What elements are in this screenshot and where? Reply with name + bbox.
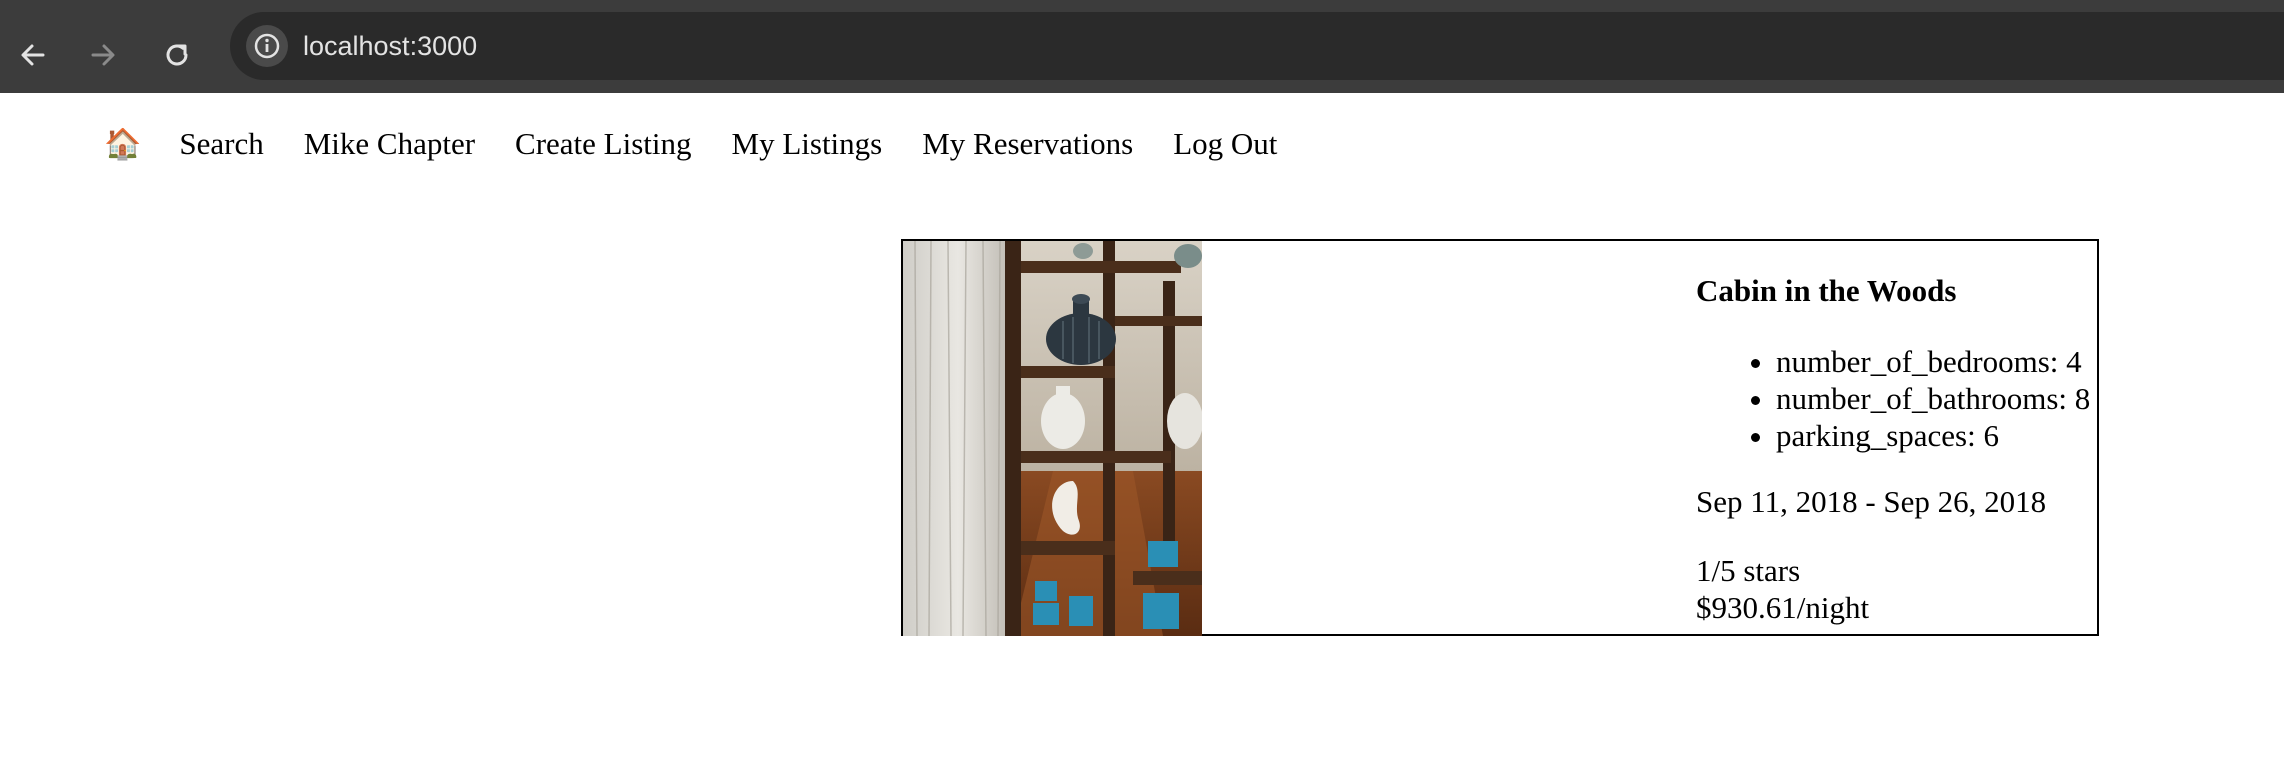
listing-dates: Sep 11, 2018 - Sep 26, 2018 <box>1696 484 2047 519</box>
listing-card[interactable]: Cabin in the Woods number_of_bedrooms: 4… <box>901 239 2099 636</box>
address-bar[interactable]: localhost:3000 <box>230 12 2284 80</box>
listing-title[interactable]: Cabin in the Woods <box>1696 273 1956 309</box>
nav-my-reservations-link[interactable]: My Reservations <box>922 126 1133 162</box>
browser-toolbar: localhost:3000 <box>0 12 2284 93</box>
nav-search-link[interactable]: Search <box>179 126 263 162</box>
feature-bathrooms: number_of_bathrooms: 8 <box>1696 380 2090 417</box>
browser-tab-strip <box>0 0 2284 12</box>
site-nav: 🏠 Search Mike Chapter Create Listing My … <box>104 122 1317 166</box>
back-button[interactable] <box>12 34 54 76</box>
forward-arrow-icon <box>91 44 115 66</box>
feature-bedrooms: number_of_bedrooms: 4 <box>1696 343 2090 380</box>
info-icon <box>254 33 280 59</box>
nav-create-listing-link[interactable]: Create Listing <box>515 126 691 162</box>
listing-features-list: number_of_bedrooms: 4 number_of_bathroom… <box>1696 343 2090 454</box>
listing-details: Cabin in the Woods number_of_bedrooms: 4… <box>1696 241 2099 636</box>
back-arrow-icon <box>21 44 45 66</box>
listing-photo-image <box>903 241 1202 636</box>
nav-log-out-link[interactable]: Log Out <box>1173 126 1277 162</box>
nav-my-listings-link[interactable]: My Listings <box>732 126 883 162</box>
listing-price: $930.61/night <box>1696 590 1870 625</box>
listing-rating: 1/5 stars <box>1696 553 1801 588</box>
reload-button[interactable] <box>156 34 198 76</box>
reload-icon <box>166 44 188 66</box>
listing-photo <box>903 241 1202 636</box>
feature-parking: parking_spaces: 6 <box>1696 417 2090 454</box>
home-icon[interactable]: 🏠 <box>104 127 141 162</box>
url-text[interactable]: localhost:3000 <box>303 12 477 80</box>
nav-profile-link[interactable]: Mike Chapter <box>304 126 475 162</box>
site-info-button[interactable] <box>246 25 288 67</box>
forward-button[interactable] <box>82 34 124 76</box>
